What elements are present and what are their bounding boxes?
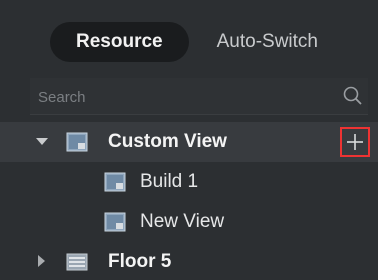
- plus-icon: [347, 134, 363, 150]
- view-icon: [104, 172, 126, 192]
- tab-auto-switch[interactable]: Auto-Switch: [191, 22, 344, 62]
- tree-item-label: Build 1: [140, 171, 199, 192]
- expand-caret-icon[interactable]: [36, 138, 48, 145]
- add-view-button[interactable]: [340, 127, 370, 157]
- folder-icon: [66, 253, 88, 271]
- resource-panel: Resource Auto-Switch Custom View: [0, 0, 378, 280]
- tab-bar: Resource Auto-Switch: [50, 22, 344, 62]
- tree-item-new-view[interactable]: New View: [0, 202, 378, 242]
- resource-tree: Custom View Build 1 New View Floor 5: [0, 122, 378, 280]
- expand-caret-icon[interactable]: [38, 255, 45, 267]
- tree-item-label: Floor 5: [108, 251, 172, 272]
- tab-resource[interactable]: Resource: [50, 22, 189, 62]
- search-icon[interactable]: [342, 85, 364, 107]
- search-box: [30, 78, 368, 116]
- view-icon: [104, 212, 126, 232]
- tree-item-label: Custom View: [108, 131, 227, 152]
- search-input[interactable]: [36, 78, 330, 116]
- tree-item-custom-view[interactable]: Custom View: [0, 122, 378, 162]
- tree-item-build-1[interactable]: Build 1: [0, 162, 378, 202]
- tree-item-label: New View: [140, 211, 225, 232]
- view-icon: [66, 132, 88, 152]
- tree-item-floor-5[interactable]: Floor 5: [0, 242, 378, 280]
